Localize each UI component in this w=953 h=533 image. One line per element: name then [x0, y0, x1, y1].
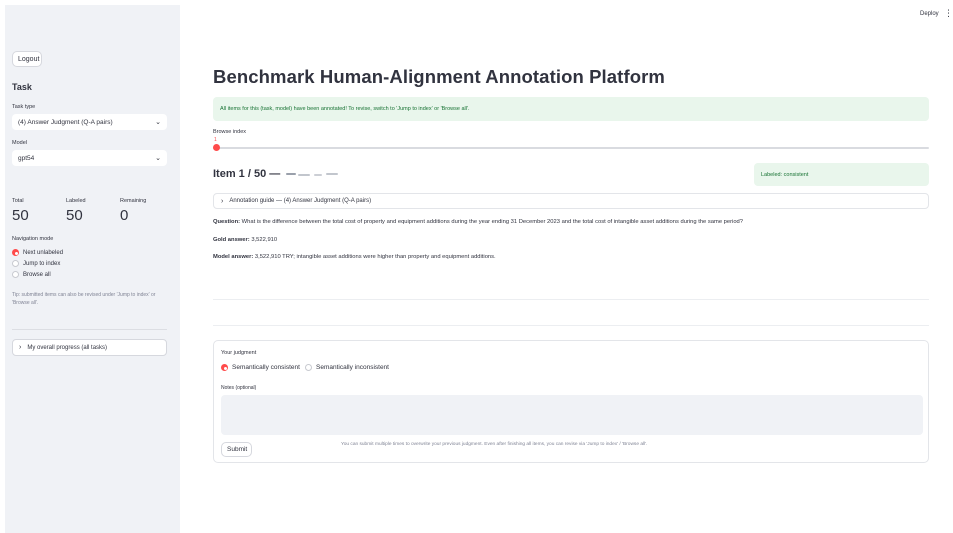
model-value: gpt54	[18, 154, 35, 162]
radio-selected-icon	[12, 249, 19, 256]
metric-labeled: Labeled 50	[66, 198, 116, 224]
metric-total: Total 50	[12, 198, 62, 224]
model-answer-label: Model answer:	[213, 254, 254, 260]
metric-value: 50	[66, 207, 83, 224]
metric-label: Total	[12, 198, 24, 204]
success-message: All items for this (task, model) have be…	[220, 106, 470, 112]
metric-value: 0	[120, 207, 129, 224]
task-type-select[interactable]: (4) Answer Judgment (Q-A pairs) ⌄	[12, 114, 167, 130]
progress-expander-label: My overall progress (all tasks)	[27, 344, 108, 351]
judgment-label: Your judgment	[221, 350, 257, 356]
item-title: Item 1 / 50 —	[213, 168, 342, 180]
chevron-right-icon: ›	[19, 344, 22, 351]
success-alert: All items for this (task, model) have be…	[213, 97, 929, 121]
metric-label: Remaining	[120, 198, 147, 204]
radio-unselected-icon	[12, 271, 19, 278]
navigation-tip: Tip: submitted items can also be revised…	[12, 292, 156, 306]
nav-radio-browse-all[interactable]: Browse all	[12, 271, 51, 278]
question-text: What is the difference between the total…	[240, 219, 743, 225]
browse-index-label: Browse index	[213, 129, 247, 135]
task-type-label: Task type	[12, 104, 36, 110]
nav-radio-jump-to-index[interactable]: Jump to index	[12, 260, 60, 267]
gold-answer-label: Gold answer:	[213, 237, 250, 243]
nav-option-label: Next unlabeled	[23, 249, 64, 256]
judgment-option-label: Semantically inconsistent	[316, 364, 389, 371]
annotation-guide-label: Annotation guide — (4) Answer Judgment (…	[229, 198, 372, 204]
metric-remaining: Remaining 0	[120, 198, 170, 224]
task-heading: Task	[12, 82, 32, 92]
submit-hint: You can submit multiple times to overwri…	[341, 442, 648, 447]
model-label: Model	[12, 140, 27, 146]
divider	[213, 325, 929, 326]
item-title-text: Item 1 / 50 —	[213, 168, 281, 180]
logout-button[interactable]: Logout	[12, 51, 42, 67]
browse-index-value: 1	[214, 137, 217, 143]
judgment-radio-inconsistent[interactable]: Semantically inconsistent	[305, 364, 389, 371]
model-answer-line: Model answer: 3,522,910 TRY; intangible …	[213, 254, 496, 260]
progress-expander[interactable]: › My overall progress (all tasks)	[12, 339, 167, 356]
radio-selected-icon	[221, 364, 228, 371]
divider	[213, 299, 929, 300]
gold-answer-line: Gold answer: 3,522,910	[213, 237, 277, 243]
gold-answer-text: 3,522,910	[249, 237, 278, 243]
notes-textarea[interactable]	[221, 395, 923, 435]
judgment-option-label: Semantically consistent	[232, 364, 300, 371]
question-label: Question:	[213, 219, 241, 225]
task-type-value: (4) Answer Judgment (Q-A pairs)	[18, 118, 113, 126]
slider-thumb[interactable]	[213, 144, 220, 151]
metric-value: 50	[12, 207, 29, 224]
deploy-button[interactable]: Deploy	[920, 11, 939, 17]
navigation-mode-label: Navigation mode	[12, 236, 54, 242]
page-title: Benchmark Human-Alignment Annotation Pla…	[213, 66, 665, 87]
judgment-form: Your judgment Semantically consistent Se…	[213, 340, 929, 463]
metric-label: Labeled	[66, 198, 86, 204]
sidebar: Logout Task Task type (4) Answer Judgmen…	[5, 5, 180, 533]
labeled-status-badge: Labeled: consistent	[754, 163, 929, 186]
model-answer-text: 3,522,910 TRY; intangible asset addition…	[253, 254, 496, 260]
labeled-status-text: Labeled: consistent	[761, 171, 809, 178]
nav-option-label: Jump to index	[23, 260, 61, 267]
notes-label: Notes (optional)	[221, 385, 257, 391]
chevron-down-icon: ⌄	[155, 119, 161, 126]
model-select[interactable]: gpt54 ⌄	[12, 150, 167, 166]
radio-unselected-icon	[12, 260, 19, 267]
annotation-guide-expander[interactable]: › Annotation guide — (4) Answer Judgment…	[213, 193, 929, 209]
nav-radio-next-unlabeled[interactable]: Next unlabeled	[12, 249, 63, 256]
sidebar-divider	[12, 329, 167, 330]
submit-button[interactable]: Submit	[221, 442, 252, 457]
judgment-radio-consistent[interactable]: Semantically consistent	[221, 364, 300, 371]
chevron-down-icon: ⌄	[155, 155, 161, 162]
browse-index-slider[interactable]	[213, 147, 929, 149]
kebab-menu-icon[interactable]: ⋮	[944, 9, 953, 18]
radio-unselected-icon	[305, 364, 312, 371]
chevron-right-icon: ›	[221, 197, 224, 205]
question-line: Question: What is the difference between…	[213, 219, 743, 225]
redacted-item-id	[284, 170, 342, 178]
nav-option-label: Browse all	[23, 271, 51, 278]
